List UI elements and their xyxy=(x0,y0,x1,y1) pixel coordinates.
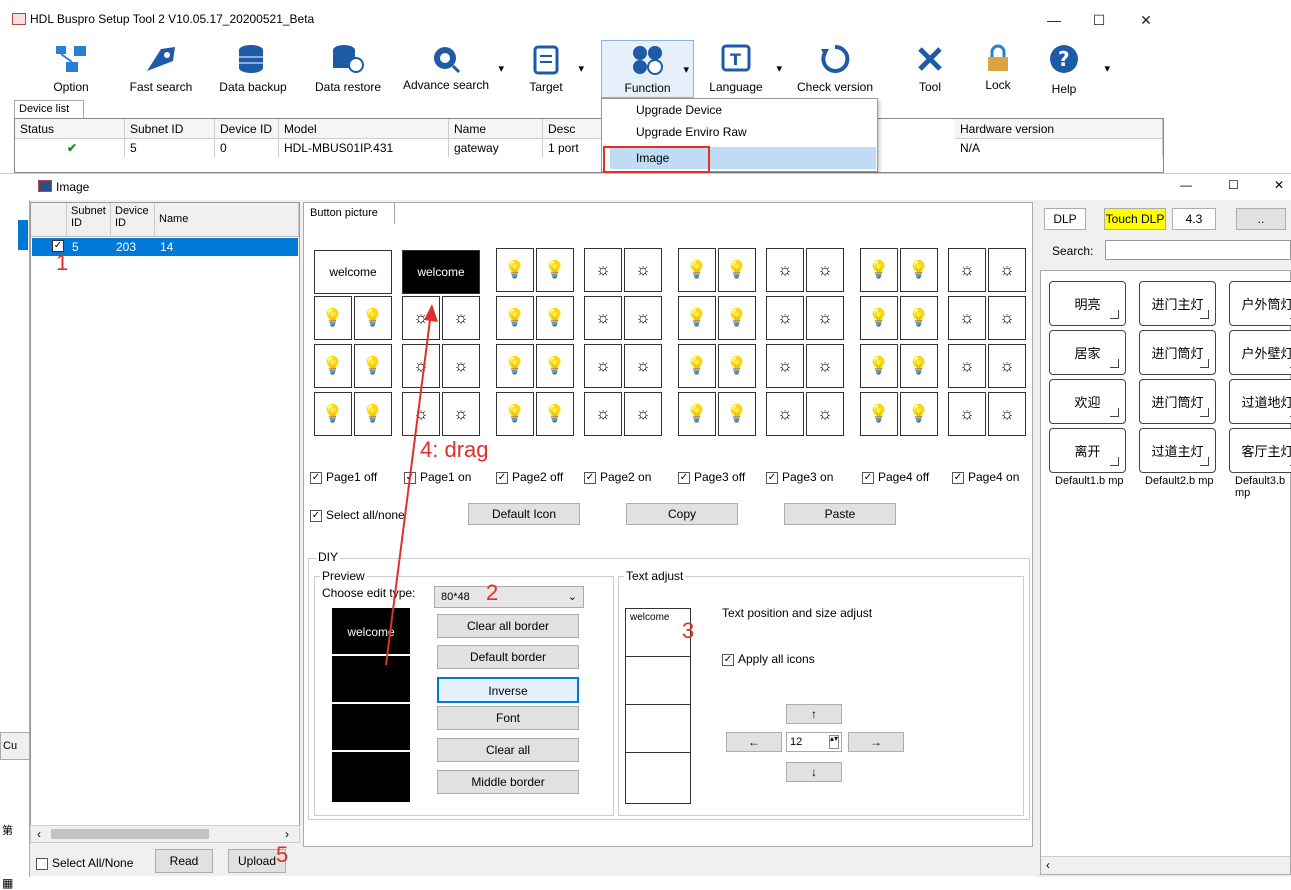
annotation-overlay xyxy=(385,304,438,666)
drag-arrow-head xyxy=(424,304,438,322)
annotation-3: 3 xyxy=(682,618,695,643)
windows-icon: ▦ xyxy=(2,876,14,890)
annotation-1: 1 xyxy=(56,250,69,275)
annotation-5: 5 xyxy=(276,842,289,867)
drag-arrow-line xyxy=(385,319,431,666)
annotation-2: 2 xyxy=(486,580,499,605)
annotation-4-drag: 4: drag xyxy=(420,437,489,462)
